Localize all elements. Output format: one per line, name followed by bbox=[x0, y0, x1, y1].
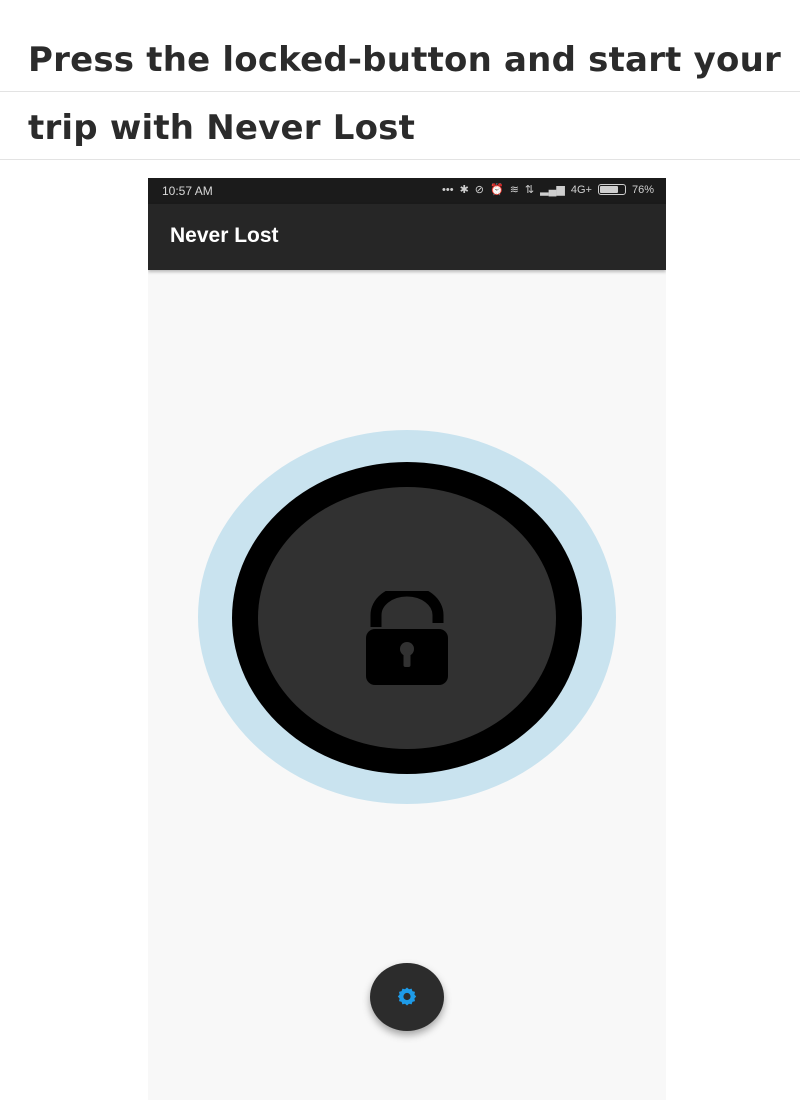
phone-screen: 10:57 AM ••• ✱ ⊘ ⏰ ≋ ⇅ ▂▄▆ 4G+ 76% Never… bbox=[148, 178, 666, 1100]
data-transfer-icon: ⇅ bbox=[524, 184, 535, 196]
do-not-disturb-icon: ⊘ bbox=[474, 184, 484, 196]
app-title: Never Lost bbox=[170, 224, 279, 247]
gear-icon bbox=[397, 987, 417, 1006]
caption-line-1: Press the locked-button and start your bbox=[0, 0, 800, 92]
status-bar: 10:57 AM ••• ✱ ⊘ ⏰ ≋ ⇅ ▂▄▆ 4G+ 76% bbox=[148, 178, 666, 204]
status-icons: ••• ✱ ⊘ ⏰ ≋ ⇅ ▂▄▆ 4G+ 76% bbox=[442, 183, 654, 197]
network-type: 4G+ bbox=[570, 183, 592, 196]
app-bar: Never Lost bbox=[148, 204, 666, 270]
battery-fill bbox=[599, 186, 618, 193]
signal-icon: ▂▄▆ bbox=[540, 184, 565, 196]
settings-fab[interactable] bbox=[370, 963, 444, 1031]
unlocked-padlock-icon bbox=[366, 591, 448, 685]
wifi-icon: ≋ bbox=[509, 184, 519, 196]
status-time: 10:57 AM bbox=[162, 184, 213, 198]
more-dots-icon: ••• bbox=[442, 183, 454, 196]
lock-button-inner bbox=[258, 487, 556, 749]
bluetooth-icon: ✱ bbox=[459, 184, 469, 196]
caption-line-2: trip with Never Lost bbox=[0, 92, 800, 160]
battery-percent: 76% bbox=[631, 183, 654, 196]
lock-button[interactable] bbox=[232, 462, 582, 774]
alarm-icon: ⏰ bbox=[490, 184, 504, 196]
battery-icon bbox=[597, 184, 626, 195]
